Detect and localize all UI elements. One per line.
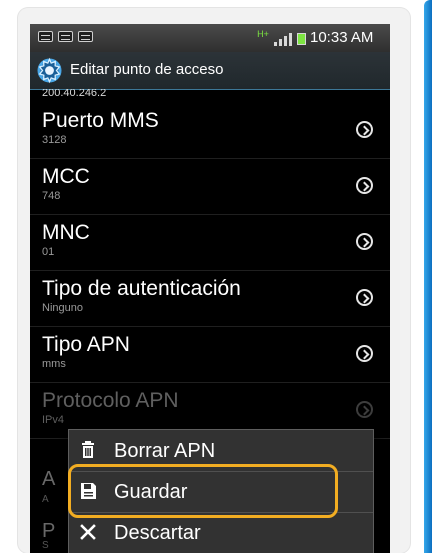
battery-icon: [297, 33, 306, 45]
chevron-right-icon: [356, 345, 373, 362]
signal-icon: [274, 32, 294, 46]
network-type-icon: H+: [257, 29, 269, 39]
clipped-value-text: 200.40.246.2: [42, 89, 107, 97]
setting-item-tipo-autenticacion[interactable]: Tipo de autenticación Ninguno: [30, 270, 390, 327]
setting-item-mcc[interactable]: MCC 748: [30, 158, 390, 215]
page-title: Editar punto de acceso: [70, 61, 224, 78]
partially-hidden-setting-value: S: [42, 540, 49, 551]
blue-edge-decoration: [424, 0, 432, 553]
highlight-outline: [68, 464, 338, 518]
message-notification-icon: [58, 31, 73, 42]
setting-item-puerto-mms[interactable]: Puerto MMS 3128: [30, 102, 390, 159]
menu-item-descartar[interactable]: Descartar: [69, 512, 373, 553]
settings-icon: [37, 57, 62, 84]
chevron-right-icon: [356, 401, 373, 418]
setting-value: 01: [42, 246, 55, 258]
setting-title: MCC: [42, 165, 90, 188]
status-bar: H+ 10:33 AM: [30, 24, 390, 52]
partially-hidden-setting-title: P: [42, 520, 56, 542]
message-notification-icon: [78, 31, 93, 42]
chevron-right-icon: [356, 121, 373, 138]
setting-item-mnc[interactable]: MNC 01: [30, 214, 390, 271]
image-notification-icon: [38, 31, 53, 42]
chevron-right-icon: [356, 289, 373, 306]
close-icon: [80, 524, 96, 540]
setting-value: IPv4: [42, 414, 65, 426]
setting-value: mms: [42, 358, 66, 370]
setting-value: 3128: [42, 134, 67, 146]
status-time: 10:33 AM: [310, 29, 374, 46]
partially-hidden-setting-value: A: [42, 494, 49, 505]
setting-value: Ninguno: [42, 302, 83, 314]
setting-title: MNC: [42, 221, 90, 244]
setting-value: 748: [42, 190, 61, 202]
trash-icon: [82, 441, 94, 458]
chevron-right-icon: [356, 177, 373, 194]
setting-title: Puerto MMS: [42, 109, 159, 132]
menu-label: Borrar APN: [114, 440, 216, 462]
setting-title: Protocolo APN: [42, 389, 179, 412]
menu-label: Descartar: [114, 522, 201, 544]
partially-hidden-setting-title: A: [42, 468, 56, 490]
setting-title: Tipo de autenticación: [42, 277, 241, 300]
chevron-right-icon: [356, 233, 373, 250]
title-bar: Editar punto de acceso: [30, 52, 390, 90]
setting-title: Tipo APN: [42, 333, 130, 356]
setting-item-tipo-apn[interactable]: Tipo APN mms: [30, 326, 390, 383]
